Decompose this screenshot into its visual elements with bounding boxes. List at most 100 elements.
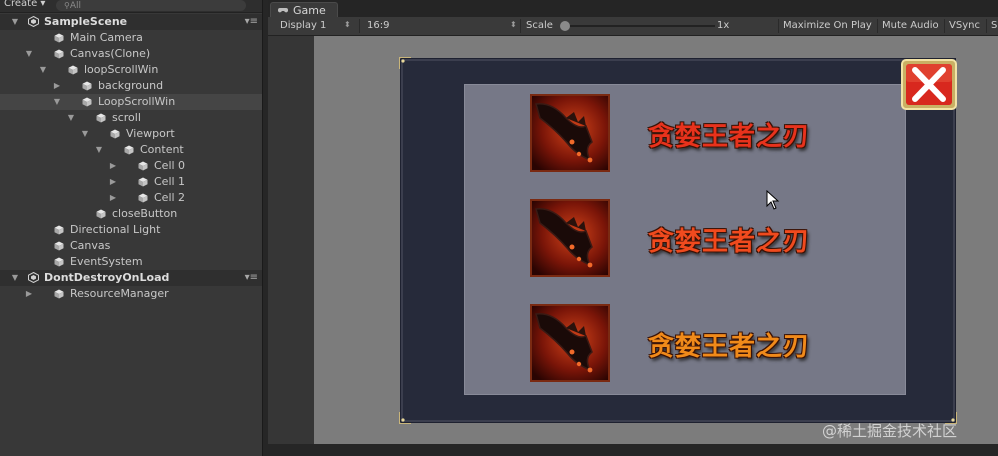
mouse-cursor-icon <box>766 190 780 210</box>
hierarchy-row-label: Canvas <box>70 239 111 252</box>
hierarchy-row-label: Cell 0 <box>154 159 186 172</box>
hierarchy-row[interactable]: ▼ LoopScrollWin <box>0 94 262 110</box>
viewport-letterbox <box>268 36 314 444</box>
game-toolbar: Display 1 ⬍ 16:9 ⬍ Scale 1x Maximize On … <box>268 17 998 36</box>
hierarchy-row[interactable]: ▶ Cell 0 <box>0 158 262 174</box>
gameobject-cube-icon <box>124 145 134 155</box>
hierarchy-row-label: DontDestroyOnLoad <box>44 271 170 284</box>
hierarchy-row[interactable]: closeButton <box>0 206 262 222</box>
hierarchy-row[interactable]: ▶ Cell 1 <box>0 174 262 190</box>
blade-icon <box>532 306 608 380</box>
gameobject-cube-icon <box>54 33 64 43</box>
foldout-collapsed-icon[interactable]: ▶ <box>108 174 118 190</box>
scroll-content-area[interactable]: 贪婪王者之刃 贪婪王者之刃 贪婪王者之刃 <box>464 84 906 395</box>
hierarchy-row[interactable]: ▶ background <box>0 78 262 94</box>
scale-slider-thumb[interactable] <box>560 21 570 31</box>
hierarchy-row[interactable]: ▼ loopScrollWin <box>0 62 262 78</box>
gameobject-cube-icon <box>54 49 64 59</box>
hierarchy-row[interactable]: ▼ Content <box>0 142 262 158</box>
hierarchy-tree: ▼ SampleScene ▾≡ Main Camera ▼ Canvas(Clone) ▼… <box>0 14 262 302</box>
game-view-bottom-strip <box>268 444 998 456</box>
display-dropdown[interactable]: Display 1 <box>280 20 326 31</box>
toolbar-divider <box>944 19 945 33</box>
foldout-expanded-icon[interactable]: ▼ <box>38 62 48 78</box>
frame-corner-ornament <box>399 57 411 69</box>
hierarchy-row[interactable]: ▶ Cell 2 <box>0 190 262 206</box>
hierarchy-row[interactable]: Main Camera <box>0 30 262 46</box>
hierarchy-row[interactable]: EventSystem <box>0 254 262 270</box>
list-cell[interactable]: 贪婪王者之刃 <box>530 94 910 174</box>
mute-audio-toggle[interactable]: Mute Audio <box>882 20 939 31</box>
scene-menu-icon[interactable]: ▾≡ <box>245 14 258 30</box>
hierarchy-row-label: LoopScrollWin <box>98 95 176 108</box>
gameobject-cube-icon <box>54 257 64 267</box>
foldout-expanded-icon[interactable]: ▼ <box>80 126 90 142</box>
hierarchy-row-label: background <box>98 79 164 92</box>
hierarchy-row[interactable]: Canvas <box>0 238 262 254</box>
maximize-on-play-toggle[interactable]: Maximize On Play <box>783 20 872 31</box>
unity-scene-icon <box>28 272 39 283</box>
hierarchy-row-label: Canvas(Clone) <box>70 47 151 60</box>
watermark: @稀土掘金技术社区 <box>822 422 958 440</box>
gameobject-cube-icon <box>82 97 92 107</box>
create-button[interactable]: Create ▾ <box>4 0 45 9</box>
toolbar-divider <box>359 19 360 33</box>
foldout-expanded-icon[interactable]: ▼ <box>94 142 104 158</box>
gameobject-cube-icon <box>96 113 106 123</box>
vsync-toggle[interactable]: VSync <box>949 20 980 31</box>
gameobject-cube-icon <box>82 81 92 91</box>
hierarchy-row-label: Cell 2 <box>154 191 186 204</box>
scale-value: 1x <box>717 20 730 31</box>
toolbar-divider <box>520 19 521 33</box>
foldout-expanded-icon[interactable]: ▼ <box>24 46 34 62</box>
item-name: 贪婪王者之刃 <box>648 332 811 362</box>
foldout-collapsed-icon[interactable]: ▶ <box>108 190 118 206</box>
foldout-collapsed-icon[interactable]: ▶ <box>52 78 62 94</box>
hierarchy-row-label: Viewport <box>126 127 175 140</box>
list-cell[interactable]: 贪婪王者之刃 <box>530 304 910 384</box>
hierarchy-row-label: Main Camera <box>70 31 143 44</box>
game-viewport[interactable]: 贪婪王者之刃 贪婪王者之刃 贪婪王者之刃 <box>268 36 998 444</box>
foldout-collapsed-icon[interactable]: ▶ <box>108 158 118 174</box>
hierarchy-row[interactable]: ▼ Canvas(Clone) <box>0 46 262 62</box>
toolbar-divider <box>778 19 779 33</box>
toolbar-divider <box>986 19 987 33</box>
foldout-expanded-icon[interactable]: ▼ <box>66 110 76 126</box>
foldout-expanded-icon[interactable]: ▼ <box>52 94 62 110</box>
item-icon-box <box>530 304 610 382</box>
loop-scroll-window: 贪婪王者之刃 贪婪王者之刃 贪婪王者之刃 <box>399 57 957 424</box>
blade-icon <box>532 201 608 275</box>
hierarchy-row-label: loopScrollWin <box>84 63 159 76</box>
list-cell[interactable]: 贪婪王者之刃 <box>530 199 910 279</box>
game-controller-icon <box>278 8 288 13</box>
stats-toggle[interactable]: S <box>991 20 997 31</box>
tab-strip: Game <box>268 0 998 17</box>
item-name: 贪婪王者之刃 <box>648 122 811 152</box>
unity-scene-icon <box>28 16 39 27</box>
hierarchy-row[interactable]: Directional Light <box>0 222 262 238</box>
hierarchy-search-input[interactable]: ⚲All <box>56 0 246 11</box>
hierarchy-row[interactable]: ▶ ResourceManager <box>0 286 262 302</box>
hierarchy-row-label: Cell 1 <box>154 175 186 188</box>
display-chevron-icon: ⬍ <box>344 20 351 29</box>
foldout-expanded-icon[interactable]: ▼ <box>10 270 20 286</box>
close-button[interactable] <box>899 57 959 112</box>
blade-icon <box>532 96 608 170</box>
gameobject-cube-icon <box>138 161 148 171</box>
scale-slider-track[interactable] <box>565 25 715 27</box>
tab-game[interactable]: Game <box>270 2 338 17</box>
scene-menu-icon[interactable]: ▾≡ <box>245 270 258 286</box>
tab-game-label: Game <box>293 4 326 17</box>
hierarchy-scene-row[interactable]: ▼ DontDestroyOnLoad ▾≡ <box>0 270 262 286</box>
foldout-expanded-icon[interactable]: ▼ <box>10 14 20 30</box>
hierarchy-scene-row[interactable]: ▼ SampleScene ▾≡ <box>0 14 262 30</box>
hierarchy-row[interactable]: ▼ Viewport <box>0 126 262 142</box>
gameobject-cube-icon <box>54 225 64 235</box>
aspect-dropdown[interactable]: 16:9 <box>367 20 389 31</box>
hierarchy-row-label: Content <box>140 143 184 156</box>
create-label: Create <box>4 0 38 9</box>
gameobject-cube-icon <box>54 241 64 251</box>
foldout-collapsed-icon[interactable]: ▶ <box>24 286 34 302</box>
hierarchy-panel: Create ▾ ⚲All ▼ SampleScene ▾≡ Main Camera ▼… <box>0 0 263 456</box>
hierarchy-row[interactable]: ▼ scroll <box>0 110 262 126</box>
